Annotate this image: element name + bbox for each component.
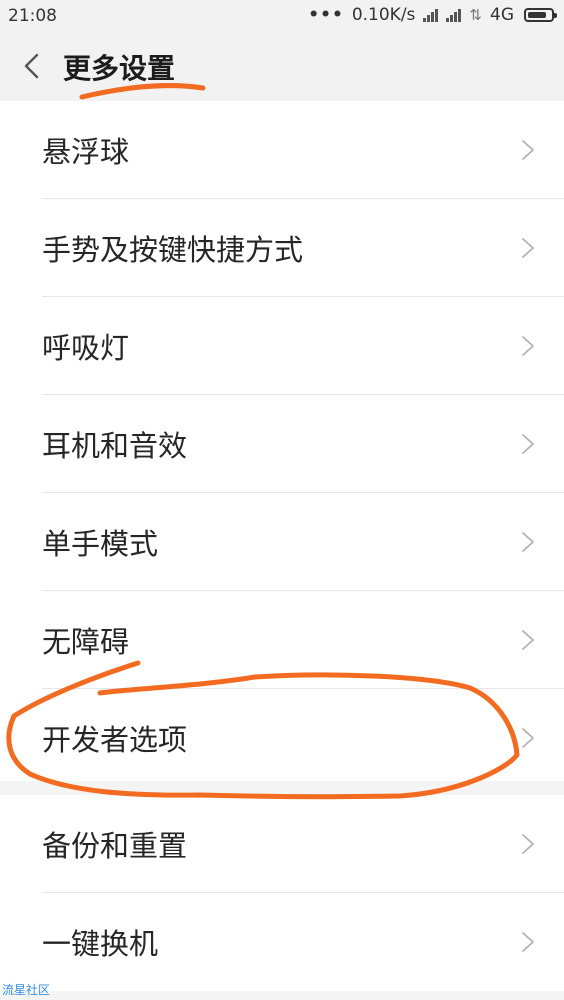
section-divider [0,781,564,795]
battery-icon [524,8,557,22]
settings-item[interactable]: 一键换机 [0,893,564,991]
settings-list-secondary: 备份和重置 一键换机 [0,795,564,991]
settings-item-label: 耳机和音效 [42,429,188,463]
settings-item[interactable]: 无障碍 [0,591,564,689]
signal-strength-2-icon [446,8,462,22]
status-indicators: ••• 0.10K/s ⇅ 4G [308,5,557,25]
chevron-left-icon [24,53,39,79]
network-speed: 0.10K/s [351,5,416,25]
chevron-right-icon [522,834,534,854]
settings-item[interactable]: 手势及按键快捷方式 [0,199,564,297]
chevron-right-icon [522,140,534,160]
settings-list: 悬浮球手势及按键快捷方式 呼吸灯耳机和音效单手模式无障碍开发者选项 [0,101,564,787]
settings-item[interactable]: 开发者选项 [0,689,564,787]
settings-item-label: 悬浮球 [42,135,130,169]
battery-fill [528,12,546,18]
page-title: 更多设置 [63,52,176,85]
chevron-right-icon [522,238,534,258]
chevron-right-icon [522,434,534,454]
settings-item[interactable]: 耳机和音效 [0,395,564,493]
settings-item-label: 单手模式 [42,527,159,561]
settings-item[interactable]: 单手模式 [0,493,564,591]
chevron-right-icon [522,932,534,952]
chevron-right-icon [522,336,534,356]
watermark: 流星社区 [2,983,51,997]
chevron-right-icon [522,532,534,552]
settings-item-label: 手势及按键快捷方式 [42,233,304,267]
settings-item-label: 备份和重置 [42,829,188,863]
data-arrows-icon: ⇅ [469,6,482,24]
settings-item[interactable]: 呼吸灯 [0,297,564,395]
signal-strength-icon [423,8,439,22]
header: 更多设置 [0,32,564,101]
settings-item-label: 呼吸灯 [42,331,130,365]
settings-item-label: 无障碍 [42,625,130,659]
network-type: 4G [490,5,514,25]
settings-item[interactable]: 悬浮球 [0,101,564,199]
settings-item[interactable]: 备份和重置 [0,795,564,893]
settings-item-label: 开发者选项 [42,723,188,757]
status-time: 21:08 [8,6,57,26]
back-button[interactable] [16,50,48,82]
settings-item-label: 一键换机 [42,927,159,961]
status-bar: 21:08 ••• 0.10K/s ⇅ 4G [0,0,564,32]
chevron-right-icon [522,630,534,650]
chevron-right-icon [522,728,534,748]
notification-dots-icon: ••• [308,5,344,25]
